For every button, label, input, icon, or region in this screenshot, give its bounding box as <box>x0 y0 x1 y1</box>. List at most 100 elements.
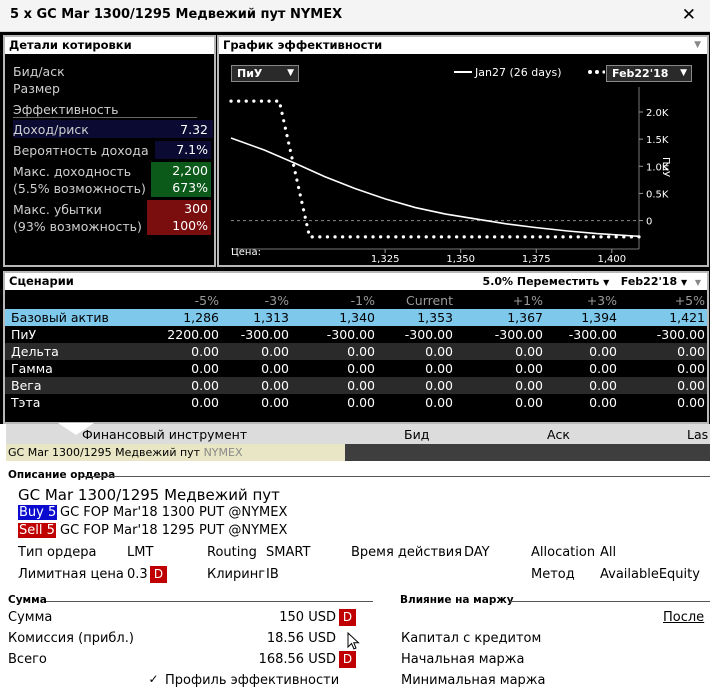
scenario-cell: 0.00 <box>589 378 617 393</box>
tif-label: Время действия <box>351 545 463 560</box>
maintenance-margin-label: Минимальная маржа <box>401 673 546 688</box>
panel-pointer <box>58 423 94 435</box>
allocation-value[interactable]: All <box>600 545 616 560</box>
efficiency-label: Эффективность <box>13 102 119 117</box>
scenario-cell: 1,394 <box>581 310 617 325</box>
x-tick-label: 1,375 <box>522 254 551 265</box>
x-tick-label: 1,400 <box>597 254 626 265</box>
sum-value: 150 USD <box>279 610 336 625</box>
ask-col-header[interactable]: Аск <box>547 427 570 442</box>
window-title: 5 x GC Mar 1300/1295 Медвежий пут NYMEX <box>10 7 343 22</box>
scenarios-table: -5% -3% -1% Current +1% +3% +5% Базовый актив 1,… <box>5 292 707 411</box>
scenario-column-header: -5% <box>194 293 219 308</box>
scenario-cell: 0.00 <box>261 378 289 393</box>
limit-price-d-button[interactable]: D <box>150 566 167 583</box>
scenario-cell: 0.00 <box>515 395 543 410</box>
panel-menu-icon[interactable]: ▼ <box>694 37 701 54</box>
amount-section-divider <box>46 601 373 602</box>
scenario-cell: 0.00 <box>589 361 617 376</box>
after-column-link[interactable]: После <box>663 610 704 625</box>
scenario-column-header: +3% <box>586 293 617 308</box>
max-return-value: 2,200 <box>151 162 211 180</box>
routing-value[interactable]: SMART <box>266 545 310 560</box>
scenario-cell: 0.00 <box>677 378 705 393</box>
last-col-header[interactable]: Las <box>687 427 708 442</box>
scenario-cell: -300.00 <box>404 327 453 342</box>
instrument-symbol: GC Mar 1300/1295 Медвежий пут <box>8 446 201 459</box>
max-return-sub-label: (5.5% возможность) <box>13 181 146 196</box>
bid-col-header[interactable]: Бид <box>404 427 429 442</box>
scenario-cell: 1,353 <box>417 310 453 325</box>
y-tick-label: 2.0K <box>646 108 669 119</box>
scenario-row-label: Тэта <box>11 395 41 410</box>
sell-leg-tag: Sell 5 <box>18 523 56 538</box>
instrument-row[interactable]: GC Mar 1300/1295 Медвежий пут NYMEX <box>6 444 710 461</box>
chevron-down-icon: ▼ <box>603 278 610 287</box>
series-solid-line <box>230 137 640 238</box>
scenario-cell: 0.00 <box>261 395 289 410</box>
prob-value: 7.1% <box>155 141 211 159</box>
bid-ask-label: Бид/аск <box>13 64 65 79</box>
scenario-column-header: +1% <box>512 293 543 308</box>
limit-price-value[interactable]: 0.3 <box>127 567 148 582</box>
scenario-cell: 0.00 <box>191 378 219 393</box>
clearing-value[interactable]: IB <box>266 567 279 582</box>
scenario-cell: 0.00 <box>191 344 219 359</box>
order-section-divider <box>84 476 710 477</box>
legend-line-swatch <box>454 71 472 73</box>
move-select[interactable]: 5.0% Переместить ▼ <box>483 275 610 288</box>
order-title: GC Mar 1300/1295 Медвежий пут <box>18 486 280 504</box>
scenarios-panel: Сценарии 5.0% Переместить ▼ Feb22'18 ▼ ▼… <box>3 271 709 424</box>
scenario-cell: 0.00 <box>589 395 617 410</box>
move-select-value: 5.0% Переместить <box>482 275 600 288</box>
sum-label: Сумма <box>8 610 53 625</box>
profile-checkbox[interactable]: ✓ <box>147 673 160 686</box>
scenario-column-header: Current <box>406 293 453 308</box>
metric-select-value: ПиУ <box>237 67 263 80</box>
scenario-cell: 0.00 <box>425 344 453 359</box>
x-tick-label: 1,350 <box>446 254 475 265</box>
scenario-cell: 0.00 <box>347 378 375 393</box>
metric-select[interactable]: ПиУ ▼ <box>231 65 299 82</box>
scenario-cell: 0.00 <box>425 361 453 376</box>
scenario-cell: 0.00 <box>515 378 543 393</box>
sell-leg-desc: GC FOP Mar'18 1295 PUT @NYMEX <box>60 523 288 538</box>
sum-d-button[interactable]: D <box>339 609 356 626</box>
max-loss-value: 300 <box>147 200 211 218</box>
margin-section-title: Влияние на маржу <box>400 594 514 606</box>
y-tick-label: 0.5K <box>646 189 669 200</box>
panel-menu-icon[interactable]: ▼ <box>695 278 701 287</box>
scenarios-title-bar: Сценарии 5.0% Переместить ▼ Feb22'18 ▼ ▼ <box>5 273 707 290</box>
order-type-value[interactable]: LMT <box>127 545 153 560</box>
chart-panel-title-text: График эффективности <box>223 38 383 52</box>
size-label: Размер <box>13 81 60 96</box>
scenario-cell: 0.00 <box>261 344 289 359</box>
scenario-date-select[interactable]: Feb22'18 ▼ <box>621 275 687 288</box>
scenario-cell: 1,313 <box>253 310 289 325</box>
total-d-button[interactable]: D <box>339 651 356 668</box>
instrument-cell: GC Mar 1300/1295 Медвежий пут NYMEX <box>6 444 345 461</box>
scenarios-header-row: -5% -3% -1% Current +1% +3% +5% <box>5 292 707 309</box>
scenario-row-label: Вега <box>11 378 42 393</box>
x-tick-label: 1,325 <box>371 254 400 265</box>
max-loss-sub-value: 100% <box>147 217 211 235</box>
quote-details-title: Детали котировки <box>5 37 214 54</box>
chevron-down-icon: ▼ <box>680 68 687 78</box>
method-value[interactable]: AvailableEquity <box>600 567 700 582</box>
profile-label: Профиль эффективности <box>165 673 340 688</box>
scenario-cell: 0.00 <box>677 361 705 376</box>
chart-date-select[interactable]: Feb22'18 ▼ <box>606 65 692 82</box>
scenario-row-label: Гамма <box>11 361 53 376</box>
instrument-col-header[interactable]: Финансовый инструмент <box>82 427 247 442</box>
max-return-sub-value: 673% <box>151 179 211 197</box>
close-icon[interactable]: ✕ <box>682 5 696 25</box>
scenario-cell: 1,367 <box>507 310 543 325</box>
mouse-cursor-icon <box>347 632 360 650</box>
commission-label: Комиссия (прибл.) <box>8 631 134 646</box>
efficiency-divider <box>13 117 197 118</box>
tif-value[interactable]: DAY <box>464 545 490 560</box>
total-label: Всего <box>8 652 47 667</box>
performance-chart: 2.0K1.5K1.0K0.5K01,325 1,350 1,375 1,400 <box>229 87 669 265</box>
max-loss-sub-label: (93% возможность) <box>13 219 142 234</box>
scenario-cell: 1,286 <box>183 310 219 325</box>
